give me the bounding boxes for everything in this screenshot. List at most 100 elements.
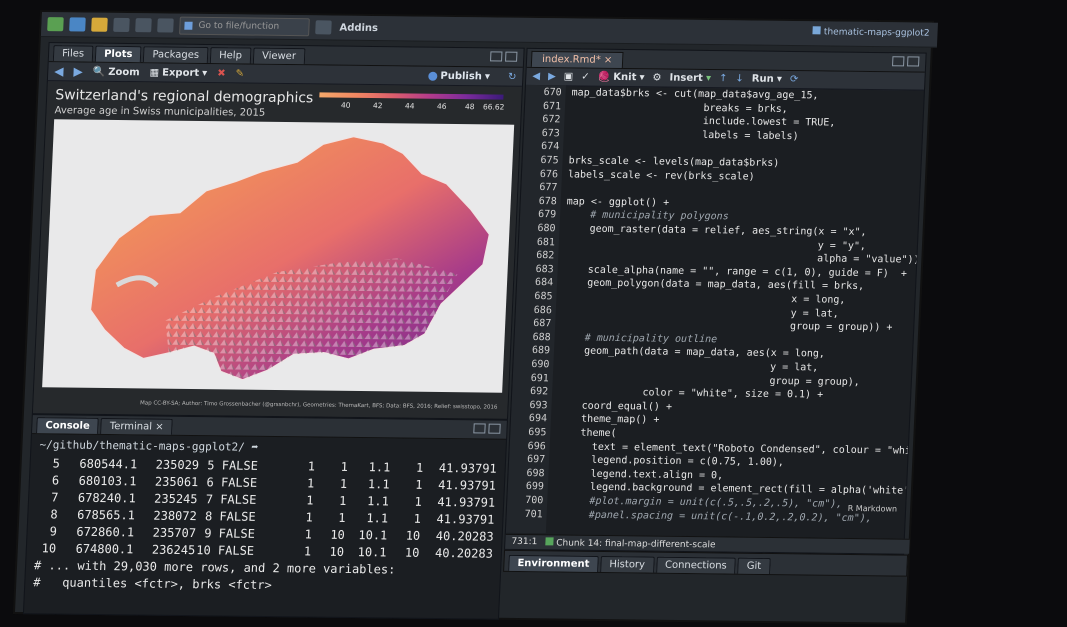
minimize-icon[interactable] [892,56,905,67]
tab-connections[interactable]: Connections [655,556,737,574]
code-line[interactable]: include.lowest = TRUE, [570,115,836,129]
tab-index-rmd[interactable]: index.Rmd* × [530,50,624,68]
save-all-icon[interactable] [135,18,152,33]
tab-environment[interactable]: Environment [508,554,599,572]
goto-placeholder: Go to file/function [198,20,280,32]
code-line[interactable]: geom_raster(data = relief, aes_string(x … [565,223,866,238]
chunk-indicator[interactable]: Chunk 14: final-map-different-scale [545,536,716,550]
save-icon[interactable] [113,17,130,33]
tab-console[interactable]: Console [36,417,100,434]
knit-button[interactable]: 🧶 Knit ▾ [597,72,644,84]
zoom-button[interactable]: 🔍 Zoom [93,66,140,78]
back-arrow-icon[interactable]: ◀ [532,71,540,82]
tab-plots[interactable]: Plots [94,45,142,63]
code-line[interactable]: alpha = "value")) + [564,251,924,266]
code-line[interactable]: group = group), [559,373,860,388]
publish-button[interactable]: Publish ▾ [428,70,490,82]
maximize-icon[interactable] [907,56,920,67]
export-button[interactable]: ▦ Export ▾ [149,67,207,79]
line-number: 700 [524,495,544,507]
goto-arrow-icon [184,21,193,30]
line-number: 675 [540,155,559,167]
refresh-icon[interactable]: ↻ [508,71,517,82]
addins-menu[interactable]: Addins [339,22,378,33]
line-number: 678 [538,195,557,208]
code-line[interactable]: y = "y", [565,237,867,252]
clear-plots-button[interactable]: ✎ [235,68,244,79]
code-line[interactable]: #plot.margin = unit(c(.5,.5,.2,.5), "cm"… [553,495,842,510]
tab-git[interactable]: Git [737,557,771,575]
console-output[interactable]: 5 680544.1 235029 5 FALSE 1 1 1.1 1 41.93791 6 68… [25,453,505,599]
legend-color-bar [319,92,504,100]
code-line[interactable]: brks_scale <- levels(map_data$brks) [568,155,779,169]
tab-viewer[interactable]: Viewer [252,47,306,65]
age-legend: 40 42 44 46 48 66.62 [319,92,505,116]
code-line[interactable]: geom_polygon(data = map_data, aes(fill =… [563,278,864,292]
print-icon[interactable] [157,18,174,33]
code-line[interactable]: # municipality outline [560,332,717,345]
cursor-position: 731:1 [511,536,538,548]
ide-frame: Go to file/function Addins thematic-maps… [15,12,938,623]
gear-icon[interactable]: ⚙ [652,72,661,83]
remove-plot-button[interactable]: ✖ [217,68,226,79]
code-line[interactable]: # municipality polygons [566,210,729,223]
code-line[interactable]: coord_equal() + [557,400,672,412]
close-icon[interactable]: × [155,422,164,433]
save-icon[interactable]: ▣ [564,71,574,82]
up-arrow-icon[interactable]: ↑ [719,73,728,84]
close-icon[interactable]: × [604,55,613,66]
code-line[interactable]: y = lat, [559,359,819,374]
code-line[interactable]: labels_scale <- rev(brks_scale) [568,169,755,182]
knit-label: Knit [613,71,637,84]
tab-history[interactable]: History [600,555,655,573]
open-file-icon[interactable] [91,17,108,32]
code-line[interactable]: group = group)) + [561,319,893,333]
mode-indicator[interactable]: R Markdown [847,504,897,514]
code-line[interactable]: x = long, [562,291,846,306]
code-line[interactable]: legend.text.align = 0, [554,468,723,482]
minimize-icon[interactable] [473,423,486,434]
chunk-icon [545,536,554,545]
forward-arrow-icon[interactable]: ▶ [548,71,556,82]
layout-icon[interactable] [315,20,332,35]
maximize-icon[interactable] [488,423,501,434]
goto-file-input[interactable]: Go to file/function [179,16,310,37]
code-line[interactable]: map <- ggplot() + [567,196,670,208]
forward-arrow-icon[interactable]: ▶ [73,64,83,78]
rerun-icon[interactable]: ⟳ [790,74,799,85]
new-file-icon[interactable] [47,17,64,32]
tab-packages[interactable]: Packages [143,46,209,64]
code-line[interactable]: legend.position = c(0.75, 1.00), [555,455,784,468]
code-line[interactable]: geom_path(data = map_data, aes(x = long, [560,346,825,360]
tab-help[interactable]: Help [209,47,252,64]
project-menu[interactable]: thematic-maps-ggplot2 [812,26,930,39]
code-line[interactable]: scale_alpha(name = "", range = c(1, 0), … [563,264,908,279]
insert-button[interactable]: Insert ▾ [669,73,711,84]
code-line[interactable]: #panel.spacing = unit(c(-.1,0.2,.2,0.2),… [552,509,872,523]
run-button[interactable]: Run ▾ [752,74,783,85]
plots-pane-controls [490,51,518,62]
line-number: 701 [524,508,543,520]
code-line[interactable]: y = lat, [562,305,839,320]
map-panel [42,119,515,393]
code-line[interactable]: labels = labels) [570,128,799,142]
goto-dir-icon[interactable]: ➦ [251,441,258,454]
minimize-icon[interactable] [490,51,503,62]
new-project-icon[interactable] [69,17,86,32]
main-toolbar: Go to file/function Addins thematic-maps… [40,12,938,48]
maximize-icon[interactable] [505,51,518,62]
code-line[interactable]: color = "white", size = 0.1) + [558,387,823,401]
tab-terminal[interactable]: Terminal × [100,417,173,435]
line-number: 683 [535,263,554,276]
spellcheck-icon[interactable]: ✓ [581,72,590,83]
back-arrow-icon[interactable]: ◀ [54,64,64,78]
code-line[interactable]: map_data$brks <- cut(map_data$avg_age_15… [571,87,818,101]
line-number: 697 [526,454,546,466]
code-editor[interactable]: 670 map_data$brks <- cut(map_data$avg_age… [505,84,924,538]
code-line[interactable]: theme_map() + [557,414,660,426]
code-line[interactable]: breaks = brks, [571,101,788,115]
code-line[interactable]: theme( [556,427,617,439]
down-arrow-icon[interactable]: ↓ [735,73,744,84]
tab-files[interactable]: Files [52,45,94,62]
line-number: 671 [542,100,562,112]
